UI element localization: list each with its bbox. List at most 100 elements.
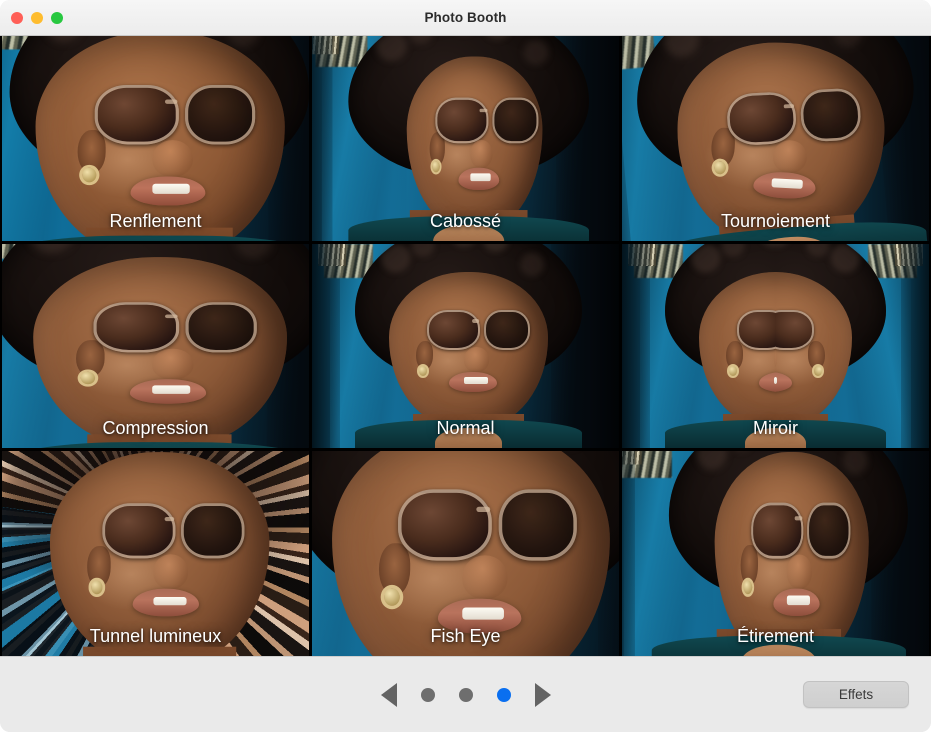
effect-cell-tunnel-lumineux[interactable]: Tunnel lumineux (2, 451, 309, 656)
sunglasses (726, 87, 862, 147)
triangle-left-icon[interactable] (380, 682, 397, 707)
teeth (152, 183, 190, 193)
earring (726, 364, 740, 379)
effects-grid: Renflement Cabossé Tournoiement Compress… (2, 36, 929, 656)
sunglasses (751, 502, 851, 559)
left-pillar (312, 36, 333, 241)
zoom-button[interactable] (51, 12, 63, 24)
earring (811, 364, 825, 379)
right-lens (181, 503, 245, 560)
nose (470, 139, 492, 167)
left-pillar (312, 243, 340, 449)
effect-preview (2, 36, 309, 241)
effects-grid-area: Renflement Cabossé Tournoiement Compress… (0, 36, 931, 656)
face (714, 451, 869, 656)
effect-cell-tournoiement[interactable]: Tournoiement (622, 36, 929, 241)
teeth (463, 377, 488, 384)
teeth (470, 172, 491, 181)
face (388, 272, 549, 428)
face (49, 451, 270, 656)
face (406, 56, 542, 230)
effect-preview (622, 451, 929, 656)
right-lens (806, 502, 851, 559)
bridge (471, 319, 480, 323)
earring (88, 578, 106, 598)
mirror-half-left (622, 243, 776, 449)
effect-cell-renflement[interactable]: Renflement (2, 36, 309, 241)
left-lens (94, 84, 179, 144)
left-lens (435, 97, 489, 143)
left-lens (398, 489, 491, 560)
left-lens (102, 503, 177, 560)
sunglasses (102, 503, 245, 560)
face (35, 36, 284, 241)
bridge (164, 99, 177, 104)
bottom-toolbar: Effets (0, 656, 931, 732)
effect-cell-compression[interactable]: Compression (2, 243, 309, 449)
earring (430, 158, 441, 174)
page-dot-3[interactable] (496, 687, 511, 702)
earring (741, 577, 754, 597)
effect-cell-miroir[interactable]: Miroir (622, 243, 929, 449)
left-lens (737, 309, 776, 351)
left-pillar (901, 243, 929, 449)
right-lens (484, 309, 530, 351)
bridge (164, 313, 177, 318)
traffic-light-group (11, 0, 63, 36)
earring (380, 584, 403, 609)
title-bar: Photo Booth (0, 0, 931, 36)
minimize-button[interactable] (31, 12, 43, 24)
face (331, 451, 609, 656)
right-lens (492, 97, 539, 143)
nose (152, 139, 192, 176)
earring (416, 364, 430, 379)
effect-preview (622, 243, 776, 449)
nose (151, 347, 193, 378)
left-lens (726, 90, 798, 147)
window-title: Photo Booth (424, 10, 507, 25)
teeth (461, 607, 504, 619)
mirror-half-right (775, 243, 929, 449)
effect-preview (2, 451, 309, 656)
nose (786, 553, 812, 588)
effect-preview (2, 243, 309, 449)
lips (775, 371, 792, 393)
sunglasses (398, 489, 577, 560)
nose (775, 346, 778, 372)
left-lens (775, 309, 814, 351)
teeth (771, 177, 803, 188)
photo-booth-window: Photo Booth Renflement Cabossé Tournoiem… (0, 0, 931, 732)
sunglasses (94, 84, 256, 144)
effect-cell-cabosse[interactable]: Cabossé (312, 36, 619, 241)
mirror-composite (622, 243, 929, 449)
triangle-right-icon[interactable] (534, 682, 551, 707)
bridge (163, 516, 175, 522)
close-button[interactable] (11, 12, 23, 24)
effect-cell-fish-eye[interactable]: Fish Eye (312, 451, 619, 656)
sunglasses (93, 301, 257, 352)
nose (461, 554, 507, 598)
right-lens (184, 301, 257, 352)
bridge (475, 506, 490, 513)
sunglasses (435, 97, 539, 143)
sunglasses (737, 309, 776, 351)
effect-cell-normal[interactable]: Normal (312, 243, 619, 449)
page-navigator (0, 682, 931, 707)
teeth (786, 595, 810, 605)
page-dot-1[interactable] (420, 687, 435, 702)
bridge (479, 108, 488, 113)
effect-preview (312, 243, 619, 449)
bridge (794, 516, 802, 521)
effects-button[interactable]: Effets (803, 681, 909, 708)
sunglasses (427, 309, 530, 351)
right-lens (800, 87, 862, 143)
effect-preview (312, 451, 619, 656)
earring (78, 164, 99, 185)
teeth (151, 384, 190, 393)
left-lens (427, 309, 481, 351)
effect-cell-etirement[interactable]: Étirement (622, 451, 929, 656)
left-pillar (622, 451, 635, 656)
face (32, 256, 287, 447)
effect-preview (312, 36, 619, 241)
page-dot-2[interactable] (458, 687, 473, 702)
